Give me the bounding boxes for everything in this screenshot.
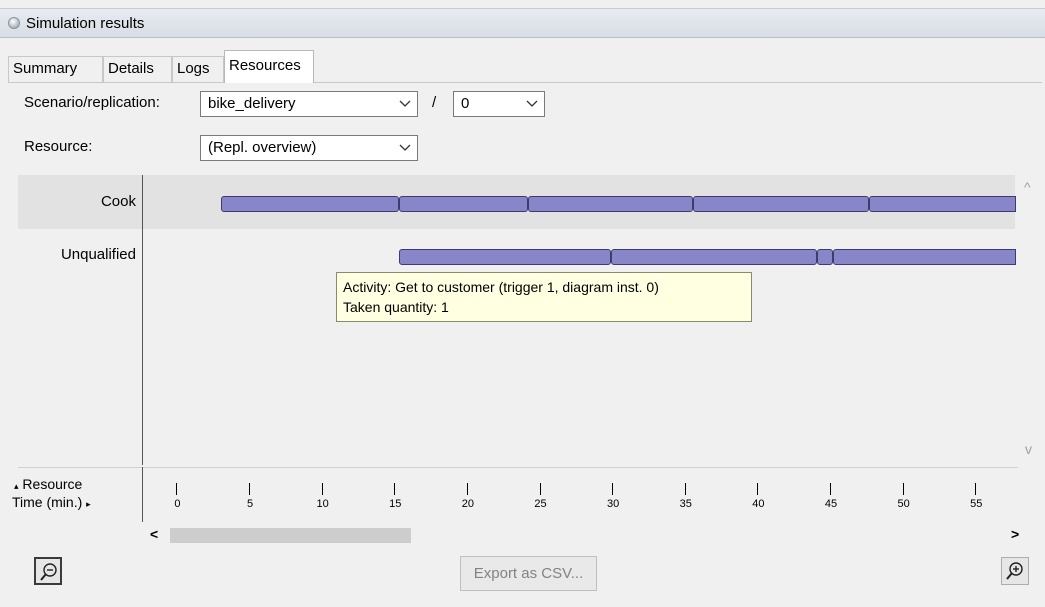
axis-tick [394, 483, 396, 495]
vertical-scrollbar[interactable]: ^ v [1018, 175, 1040, 465]
axis-resource-text: Resource [22, 476, 83, 492]
axis-tick-label: 55 [970, 498, 983, 510]
scroll-down-icon[interactable]: v [1025, 441, 1032, 457]
scenario-select-value: bike_delivery [208, 95, 296, 112]
chevron-down-icon [399, 92, 411, 116]
axis-tick-label: 0 [174, 498, 181, 510]
axis-tick-label: 10 [316, 498, 329, 510]
chart-left-axis [142, 175, 143, 465]
zoom-out-icon [40, 563, 57, 581]
horizontal-scrollbar[interactable]: < [145, 526, 1018, 545]
axis-top-border [18, 467, 1018, 468]
scenario-select[interactable]: bike_delivery [200, 91, 418, 117]
tab-panel-border [8, 82, 1042, 83]
scenario-label: Scenario/replication: [24, 94, 160, 111]
axis-tick-label: 30 [607, 498, 620, 510]
axis-label-resource[interactable]: ▴ Resource [14, 476, 82, 492]
axis-tick [830, 483, 831, 495]
axis-tick [466, 483, 468, 495]
gantt-bar-unqualified-3[interactable] [832, 249, 1016, 265]
axis-tick [684, 483, 686, 495]
zoom-out-button[interactable] [34, 557, 62, 585]
replication-select[interactable]: 0 [453, 91, 545, 117]
gantt-bar-cook-2[interactable] [527, 196, 694, 212]
replication-separator: / [432, 94, 437, 111]
scroll-up-icon[interactable]: ^ [1024, 179, 1031, 195]
triangle-up-icon: ▴ [14, 481, 19, 491]
time-axis: ▴ Resource Time (min.) ▸ 0 5 10 15 20 25 30 35 4… [0, 467, 1045, 522]
zoom-in-button[interactable] [1001, 557, 1029, 585]
gantt-bar-cook-4[interactable] [869, 196, 1016, 212]
axis-tick-label: 45 [824, 498, 838, 510]
tab-details[interactable]: Details [103, 56, 172, 82]
axis-tick [757, 483, 759, 495]
axis-label-time[interactable]: Time (min.) ▸ [12, 494, 91, 510]
chevron-down-icon [399, 136, 411, 160]
triangle-right-icon: ▸ [86, 499, 91, 509]
activity-tooltip: Activity: Get to customer (trigger 1, di… [336, 272, 752, 322]
resource-label: Resource: [24, 138, 93, 155]
chevron-down-icon [526, 92, 538, 116]
axis-tick [902, 483, 904, 495]
tooltip-quantity-line: Taken quantity: 1 [343, 299, 449, 315]
axis-tick-label: 40 [752, 498, 765, 510]
axis-tick [539, 483, 541, 495]
axis-tick-label: 50 [897, 498, 910, 510]
scroll-right-icon[interactable]: > [1011, 526, 1019, 542]
axis-tick [321, 483, 323, 495]
circle-icon[interactable] [8, 17, 20, 29]
export-csv-button[interactable]: Export as CSV... [460, 556, 597, 591]
resource-select-value: (Repl. overview) [208, 139, 317, 156]
axis-tick-label: 35 [679, 498, 692, 510]
axis-tick [176, 483, 178, 495]
zoom-in-icon [1006, 562, 1023, 580]
tab-summary[interactable]: Summary [8, 56, 103, 82]
horizontal-scroll-thumb[interactable] [170, 528, 411, 543]
gantt-bar-cook-0[interactable] [221, 196, 399, 212]
scroll-left-icon[interactable]: < [150, 526, 158, 542]
gantt-bar-unqualified-0[interactable] [398, 249, 611, 265]
window-title: Simulation results [26, 15, 145, 32]
gantt-bar-cook-1[interactable] [398, 196, 528, 212]
axis-time-text: Time (min.) [12, 494, 83, 510]
axis-tick [249, 483, 251, 495]
tooltip-activity-line: Activity: Get to customer (trigger 1, di… [343, 279, 659, 295]
gantt-bar-unqualified-2[interactable] [816, 249, 833, 265]
tab-logs[interactable]: Logs [172, 56, 224, 82]
tab-strip: Summary Details Logs Resources [8, 50, 1038, 83]
axis-tick [975, 483, 977, 495]
axis-left-border [142, 467, 143, 522]
replication-select-value: 0 [461, 95, 470, 112]
resource-select[interactable]: (Repl. overview) [200, 135, 418, 161]
gantt-bar-cook-3[interactable] [693, 196, 870, 212]
tab-resources[interactable]: Resources [224, 50, 314, 83]
axis-tick-label: 20 [461, 498, 475, 510]
gantt-bar-unqualified-1[interactable] [610, 249, 817, 265]
axis-tick [612, 483, 614, 495]
axis-tick-label: 15 [389, 498, 402, 510]
axis-tick-label: 5 [246, 498, 254, 510]
axis-tick-label: 25 [534, 498, 547, 510]
row-label-cook: Cook [100, 193, 136, 210]
row-label-unqualified: Unqualified [60, 246, 136, 263]
title-bar: Simulation results [0, 8, 1045, 38]
